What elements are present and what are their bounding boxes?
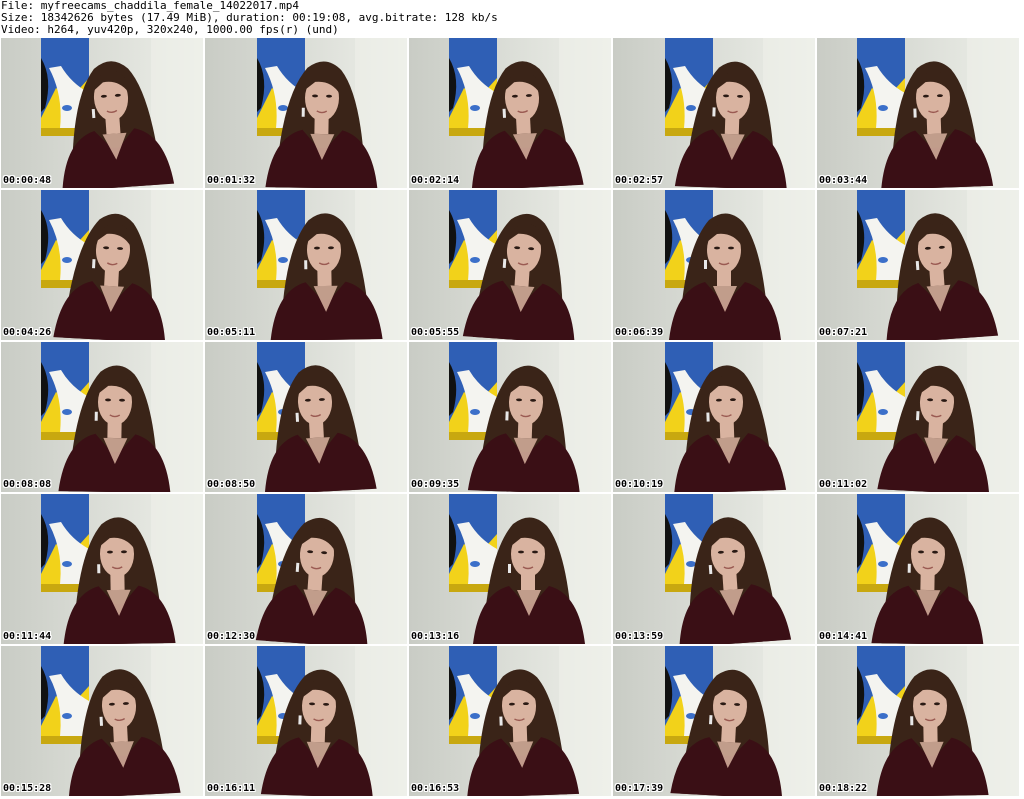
video-thumbnail: 00:02:14: [409, 38, 611, 188]
video-thumbnail: 00:05:55: [409, 190, 611, 340]
thumbnail-timestamp: 00:10:19: [615, 479, 664, 490]
thumbnail-timestamp: 00:16:11: [207, 783, 256, 794]
thumbnail-timestamp: 00:18:22: [819, 783, 868, 794]
video-thumbnail: 00:14:41: [817, 494, 1019, 644]
video-frame-image: [613, 38, 815, 188]
video-frame-image: [409, 646, 611, 796]
thumbnail-timestamp: 00:13:16: [411, 631, 460, 642]
thumbnail-timestamp: 00:04:26: [3, 327, 52, 338]
thumbnail-timestamp: 00:14:41: [819, 631, 868, 642]
video-frame-image: [613, 190, 815, 340]
video-frame-image: [1, 38, 203, 188]
video-thumbnail: 00:04:26: [1, 190, 203, 340]
video-frame-image: [817, 646, 1019, 796]
thumbnail-timestamp: 00:15:28: [3, 783, 52, 794]
video-thumbnail: 00:09:35: [409, 342, 611, 492]
video-thumbnail: 00:10:19: [613, 342, 815, 492]
video-thumbnail: 00:12:30: [205, 494, 407, 644]
video-thumbnail: 00:16:53: [409, 646, 611, 796]
thumbnail-timestamp: 00:08:50: [207, 479, 256, 490]
video-thumbnail: 00:01:32: [205, 38, 407, 188]
thumbnail-timestamp: 00:17:39: [615, 783, 664, 794]
video-frame-image: [613, 646, 815, 796]
video-frame-image: [817, 494, 1019, 644]
video-thumbnail: 00:03:44: [817, 38, 1019, 188]
video-thumbnail: 00:18:22: [817, 646, 1019, 796]
video-frame-image: [1, 190, 203, 340]
video-thumbnail: 00:15:28: [1, 646, 203, 796]
video-frame-image: [409, 342, 611, 492]
thumbnail-timestamp: 00:08:08: [3, 479, 52, 490]
video-frame-image: [205, 38, 407, 188]
video-info-line: Video: h264, yuv420p, 320x240, 1000.00 f…: [1, 23, 339, 36]
thumbnail-timestamp: 00:05:11: [207, 327, 256, 338]
video-frame-image: [817, 38, 1019, 188]
video-frame-image: [205, 342, 407, 492]
video-thumbnail: 00:17:39: [613, 646, 815, 796]
thumbnail-timestamp: 00:03:44: [819, 175, 868, 186]
thumbnail-timestamp: 00:05:55: [411, 327, 460, 338]
video-thumbnail: 00:16:11: [205, 646, 407, 796]
video-thumbnail: 00:06:39: [613, 190, 815, 340]
video-thumbnail: 00:13:59: [613, 494, 815, 644]
thumbnail-timestamp: 00:11:44: [3, 631, 52, 642]
thumbnail-grid: 00:00:48 00:01:32 00:02:14 00:02:57 00:0…: [0, 38, 1024, 799]
thumbnail-timestamp: 00:07:21: [819, 327, 868, 338]
video-frame-image: [205, 190, 407, 340]
video-thumbnail: 00:00:48: [1, 38, 203, 188]
video-frame-image: [817, 342, 1019, 492]
video-frame-image: [1, 494, 203, 644]
thumbnail-timestamp: 00:06:39: [615, 327, 664, 338]
video-frame-image: [205, 646, 407, 796]
video-thumbnail: 00:11:02: [817, 342, 1019, 492]
video-thumbnail: 00:02:57: [613, 38, 815, 188]
video-thumbnail: 00:07:21: [817, 190, 1019, 340]
video-frame-image: [409, 190, 611, 340]
video-frame-image: [1, 646, 203, 796]
thumbnail-timestamp: 00:16:53: [411, 783, 460, 794]
thumbnail-timestamp: 00:01:32: [207, 175, 256, 186]
video-thumbnail: 00:11:44: [1, 494, 203, 644]
video-thumbnail: 00:08:08: [1, 342, 203, 492]
thumbnail-timestamp: 00:09:35: [411, 479, 460, 490]
video-frame-image: [205, 494, 407, 644]
video-frame-image: [409, 38, 611, 188]
video-frame-image: [613, 494, 815, 644]
thumbnail-timestamp: 00:00:48: [3, 175, 52, 186]
video-thumbnail: 00:13:16: [409, 494, 611, 644]
video-frame-image: [1, 342, 203, 492]
thumbnail-timestamp: 00:13:59: [615, 631, 664, 642]
thumbnail-timestamp: 00:11:02: [819, 479, 868, 490]
thumbnail-timestamp: 00:12:30: [207, 631, 256, 642]
video-thumbnail: 00:05:11: [205, 190, 407, 340]
video-frame-image: [613, 342, 815, 492]
video-frame-image: [817, 190, 1019, 340]
thumbnail-timestamp: 00:02:14: [411, 175, 460, 186]
thumbnail-timestamp: 00:02:57: [615, 175, 664, 186]
video-thumbnail: 00:08:50: [205, 342, 407, 492]
video-frame-image: [409, 494, 611, 644]
info-header: File: myfreecams_chaddila_female_1402201…: [1, 0, 1021, 36]
